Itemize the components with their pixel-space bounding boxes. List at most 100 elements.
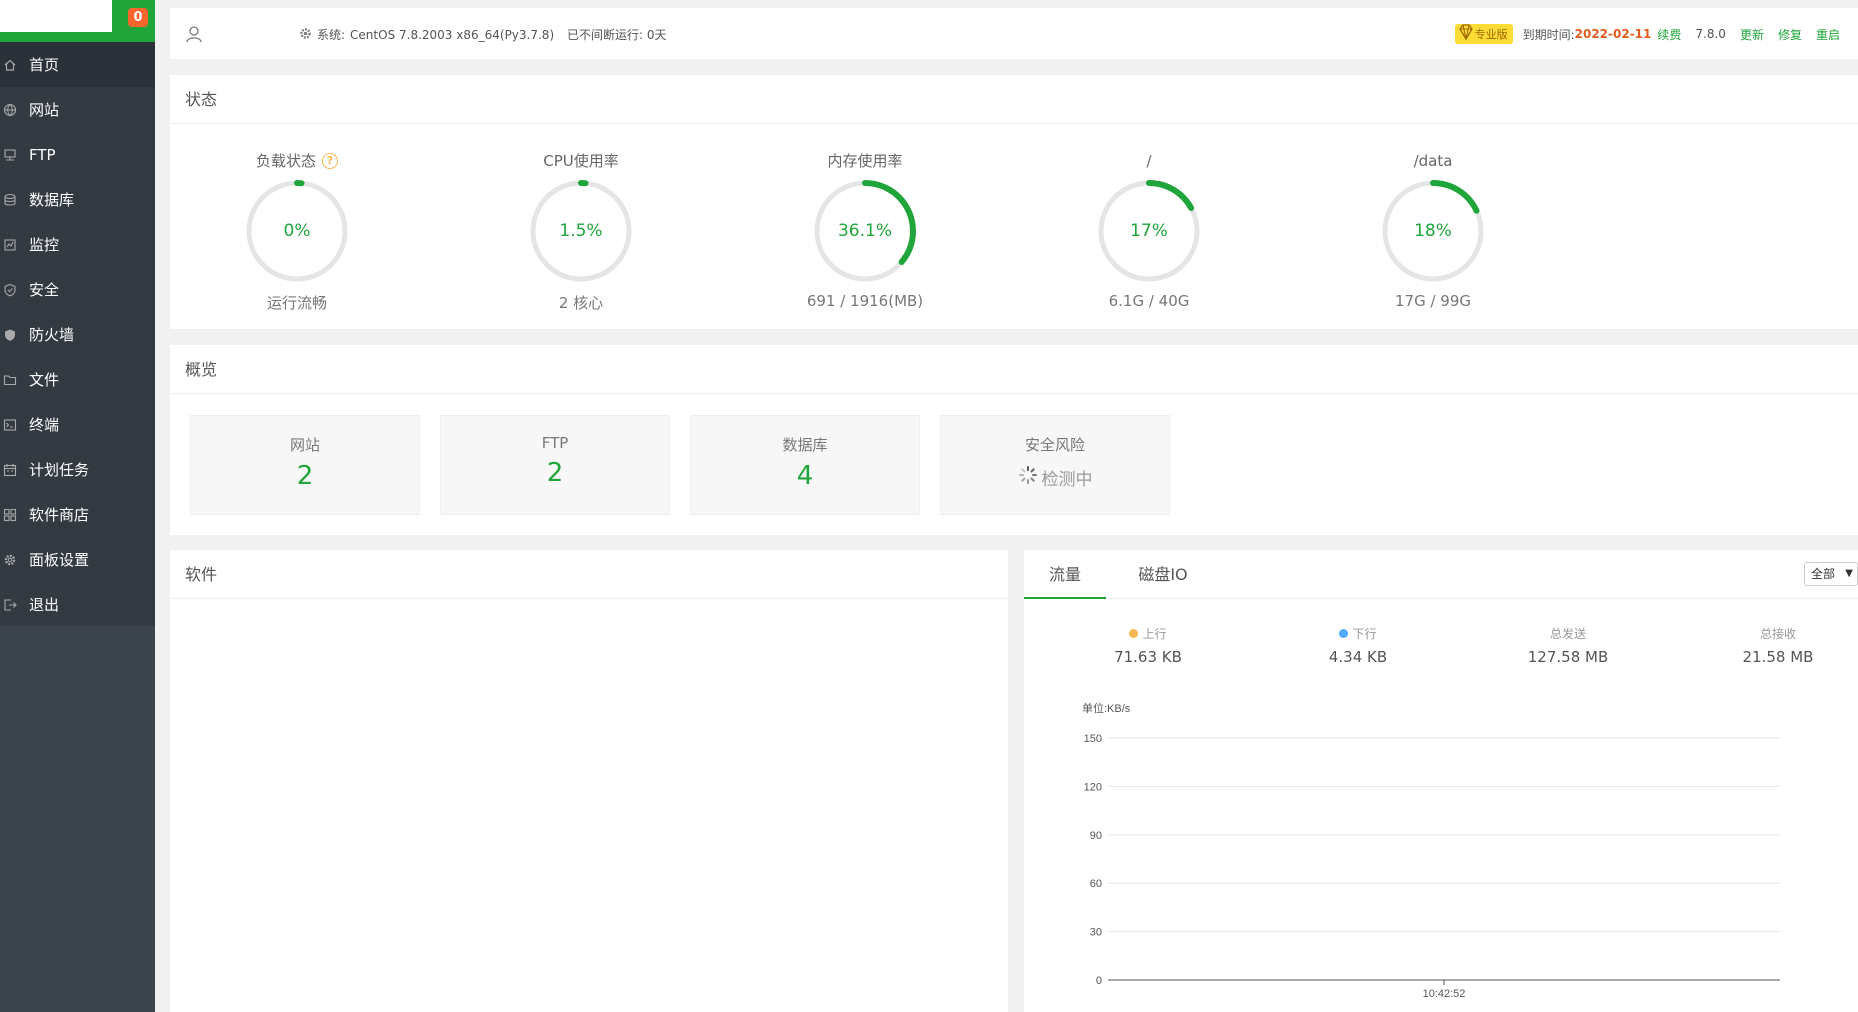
ftp-icon — [3, 148, 17, 162]
y-tick-label: 0 — [1096, 975, 1102, 987]
gear-icon — [299, 27, 312, 43]
firewall-icon — [3, 328, 17, 342]
user-icon[interactable] — [185, 25, 203, 43]
gauge-value: 18% — [1414, 221, 1452, 241]
sidebar-item-database[interactable]: 数据库 — [0, 177, 155, 222]
gauge-ring: 36.1% — [810, 176, 920, 286]
gauge-ring: 0% — [242, 176, 352, 286]
sidebar-item-label: 数据库 — [29, 191, 75, 209]
home-icon — [3, 58, 17, 72]
overview-card-website[interactable]: 网站 2 — [190, 415, 420, 515]
sidebar-item-globe[interactable]: 网站 — [0, 87, 155, 132]
interface-select-value: 全部 — [1811, 567, 1836, 581]
overview-card-label: 网站 — [289, 436, 320, 454]
overview-card-value: 2 — [546, 458, 564, 488]
stat-value: 127.58 MB — [1527, 648, 1609, 666]
sidebar-item-monitor[interactable]: 监控 — [0, 222, 155, 267]
database-icon — [3, 193, 17, 207]
gauge-ring: 1.5% — [526, 176, 636, 286]
y-tick-label: 120 — [1084, 781, 1102, 793]
sidebar-item-calendar[interactable]: 计划任务 — [0, 447, 155, 492]
logo-area — [0, 0, 112, 32]
sidebar-item-home[interactable]: 首页 — [0, 42, 155, 87]
spinner-icon — [1018, 465, 1038, 490]
gauge-4[interactable]: /data 18% 17G / 99G — [1363, 150, 1503, 310]
diamond-icon — [1458, 24, 1473, 41]
gauge-subtitle: 6.1G / 40G — [1108, 292, 1190, 310]
overview-card-ftp[interactable]: FTP 2 — [440, 415, 670, 515]
chevron-down-icon: ▼ — [1845, 568, 1853, 579]
sidebar-item-firewall[interactable]: 防火墙 — [0, 312, 155, 357]
sidebar-item-label: 终端 — [29, 416, 60, 434]
checking-status: 检测中 — [941, 465, 1169, 490]
gauge-2[interactable]: 内存使用率 36.1% 691 / 1916(MB) — [795, 150, 935, 310]
top-bar: 系统: CentOS 7.8.2003 x86_64(Py3.7.8) 已不间断… — [170, 8, 1858, 59]
stat-upload: 上行 71.63 KB — [1068, 625, 1228, 666]
sidebar-item-label: 防火墙 — [29, 326, 75, 344]
overview-card-label: FTP — [541, 434, 569, 452]
stat-value: 71.63 KB — [1114, 648, 1182, 666]
update-link[interactable]: 更新 — [1740, 26, 1764, 43]
sidebar-item-shield[interactable]: 安全 — [0, 267, 155, 312]
gauge-subtitle: 运行流畅 — [266, 294, 327, 312]
interface-select[interactable]: 全部 ▼ — [1804, 562, 1858, 586]
gauge-3[interactable]: / 17% 6.1G / 40G — [1079, 150, 1219, 310]
sidebar-item-folder[interactable]: 文件 — [0, 357, 155, 402]
version-bar: 专业版 到期时间: 2022-02-11 续费 7.8.0 更新 修复 重启 — [1454, 24, 1840, 44]
sidebar-header: 0 — [0, 0, 155, 42]
apps-icon — [3, 508, 17, 522]
gear-icon — [3, 553, 17, 567]
uptime: 已不间断运行: 0天 — [567, 28, 667, 42]
sidebar-item-label: 监控 — [29, 236, 60, 254]
y-tick-label: 150 — [1084, 733, 1102, 745]
sidebar-item-logout[interactable]: 退出 — [0, 582, 155, 627]
tab-disk-io[interactable]: 磁盘IO — [1122, 550, 1204, 599]
stat-download: 下行 4.34 KB — [1278, 625, 1438, 666]
gauge-subtitle: 2 核心 — [558, 294, 604, 312]
software-title: 软件 — [170, 550, 1008, 599]
terminal-icon — [3, 418, 17, 432]
monitor-icon — [3, 238, 17, 252]
notification-badge[interactable]: 0 — [128, 8, 148, 27]
overview-card-value: 4 — [796, 461, 814, 491]
traffic-chart: 单位:KB/s 150 120 90 60 30 0 10:42:52 — [1082, 701, 1780, 1000]
download-dot-icon — [1339, 629, 1349, 638]
overview-card-label: 数据库 — [782, 436, 828, 454]
expire-label: 到期时间: — [1522, 27, 1575, 42]
sidebar-item-label: 退出 — [29, 596, 60, 614]
sidebar-item-label: 软件商店 — [29, 506, 90, 524]
help-icon[interactable]: ? — [322, 153, 338, 169]
sidebar-item-label: 网站 — [29, 101, 60, 119]
gauge-title: 内存使用率 — [827, 152, 903, 170]
sidebar-item-label: 面板设置 — [29, 551, 90, 569]
gauge-title: / — [1146, 152, 1152, 170]
sidebar-item-label: 文件 — [29, 371, 60, 389]
gauge-1[interactable]: CPU使用率 1.5% 2 核心 — [511, 150, 651, 313]
stat-value: 4.34 KB — [1328, 648, 1388, 666]
tab-traffic[interactable]: 流量 — [1024, 550, 1106, 599]
system-label: 系统: — [317, 28, 346, 42]
restart-link[interactable]: 重启 — [1816, 26, 1840, 43]
system-value: CentOS 7.8.2003 x86_64(Py3.7.8) — [350, 27, 555, 42]
sidebar-item-label: 安全 — [29, 281, 60, 299]
traffic-tabs: 流量 磁盘IO 全部 ▼ — [1024, 550, 1858, 599]
gauge-title: /data — [1413, 152, 1453, 170]
sidebar-item-ftp[interactable]: FTP — [0, 132, 155, 177]
sidebar-item-apps[interactable]: 软件商店 — [0, 492, 155, 537]
sidebar-item-terminal[interactable]: 终端 — [0, 402, 155, 447]
gauge-value: 36.1% — [837, 221, 892, 241]
sidebar-item-gear[interactable]: 面板设置 — [0, 537, 155, 582]
sidebar-item-label: 首页 — [29, 56, 60, 74]
gauge-subtitle: 17G / 99G — [1394, 292, 1471, 310]
overview-card-security-risk[interactable]: 安全风险 检测中 — [940, 415, 1170, 515]
gauge-0[interactable]: 负载状态? 0% 运行流畅 — [227, 150, 367, 313]
overview-card-database[interactable]: 数据库 4 — [690, 415, 920, 515]
repair-link[interactable]: 修复 — [1778, 26, 1802, 43]
gauge-value: 0% — [283, 221, 311, 241]
stat-total-sent: 总发送 127.58 MB — [1488, 625, 1648, 666]
renew-link[interactable]: 续费 — [1657, 26, 1681, 43]
logout-icon — [3, 598, 17, 612]
upload-dot-icon — [1129, 629, 1139, 638]
y-tick-label: 30 — [1090, 927, 1102, 939]
status-title: 状态 — [170, 75, 1858, 124]
